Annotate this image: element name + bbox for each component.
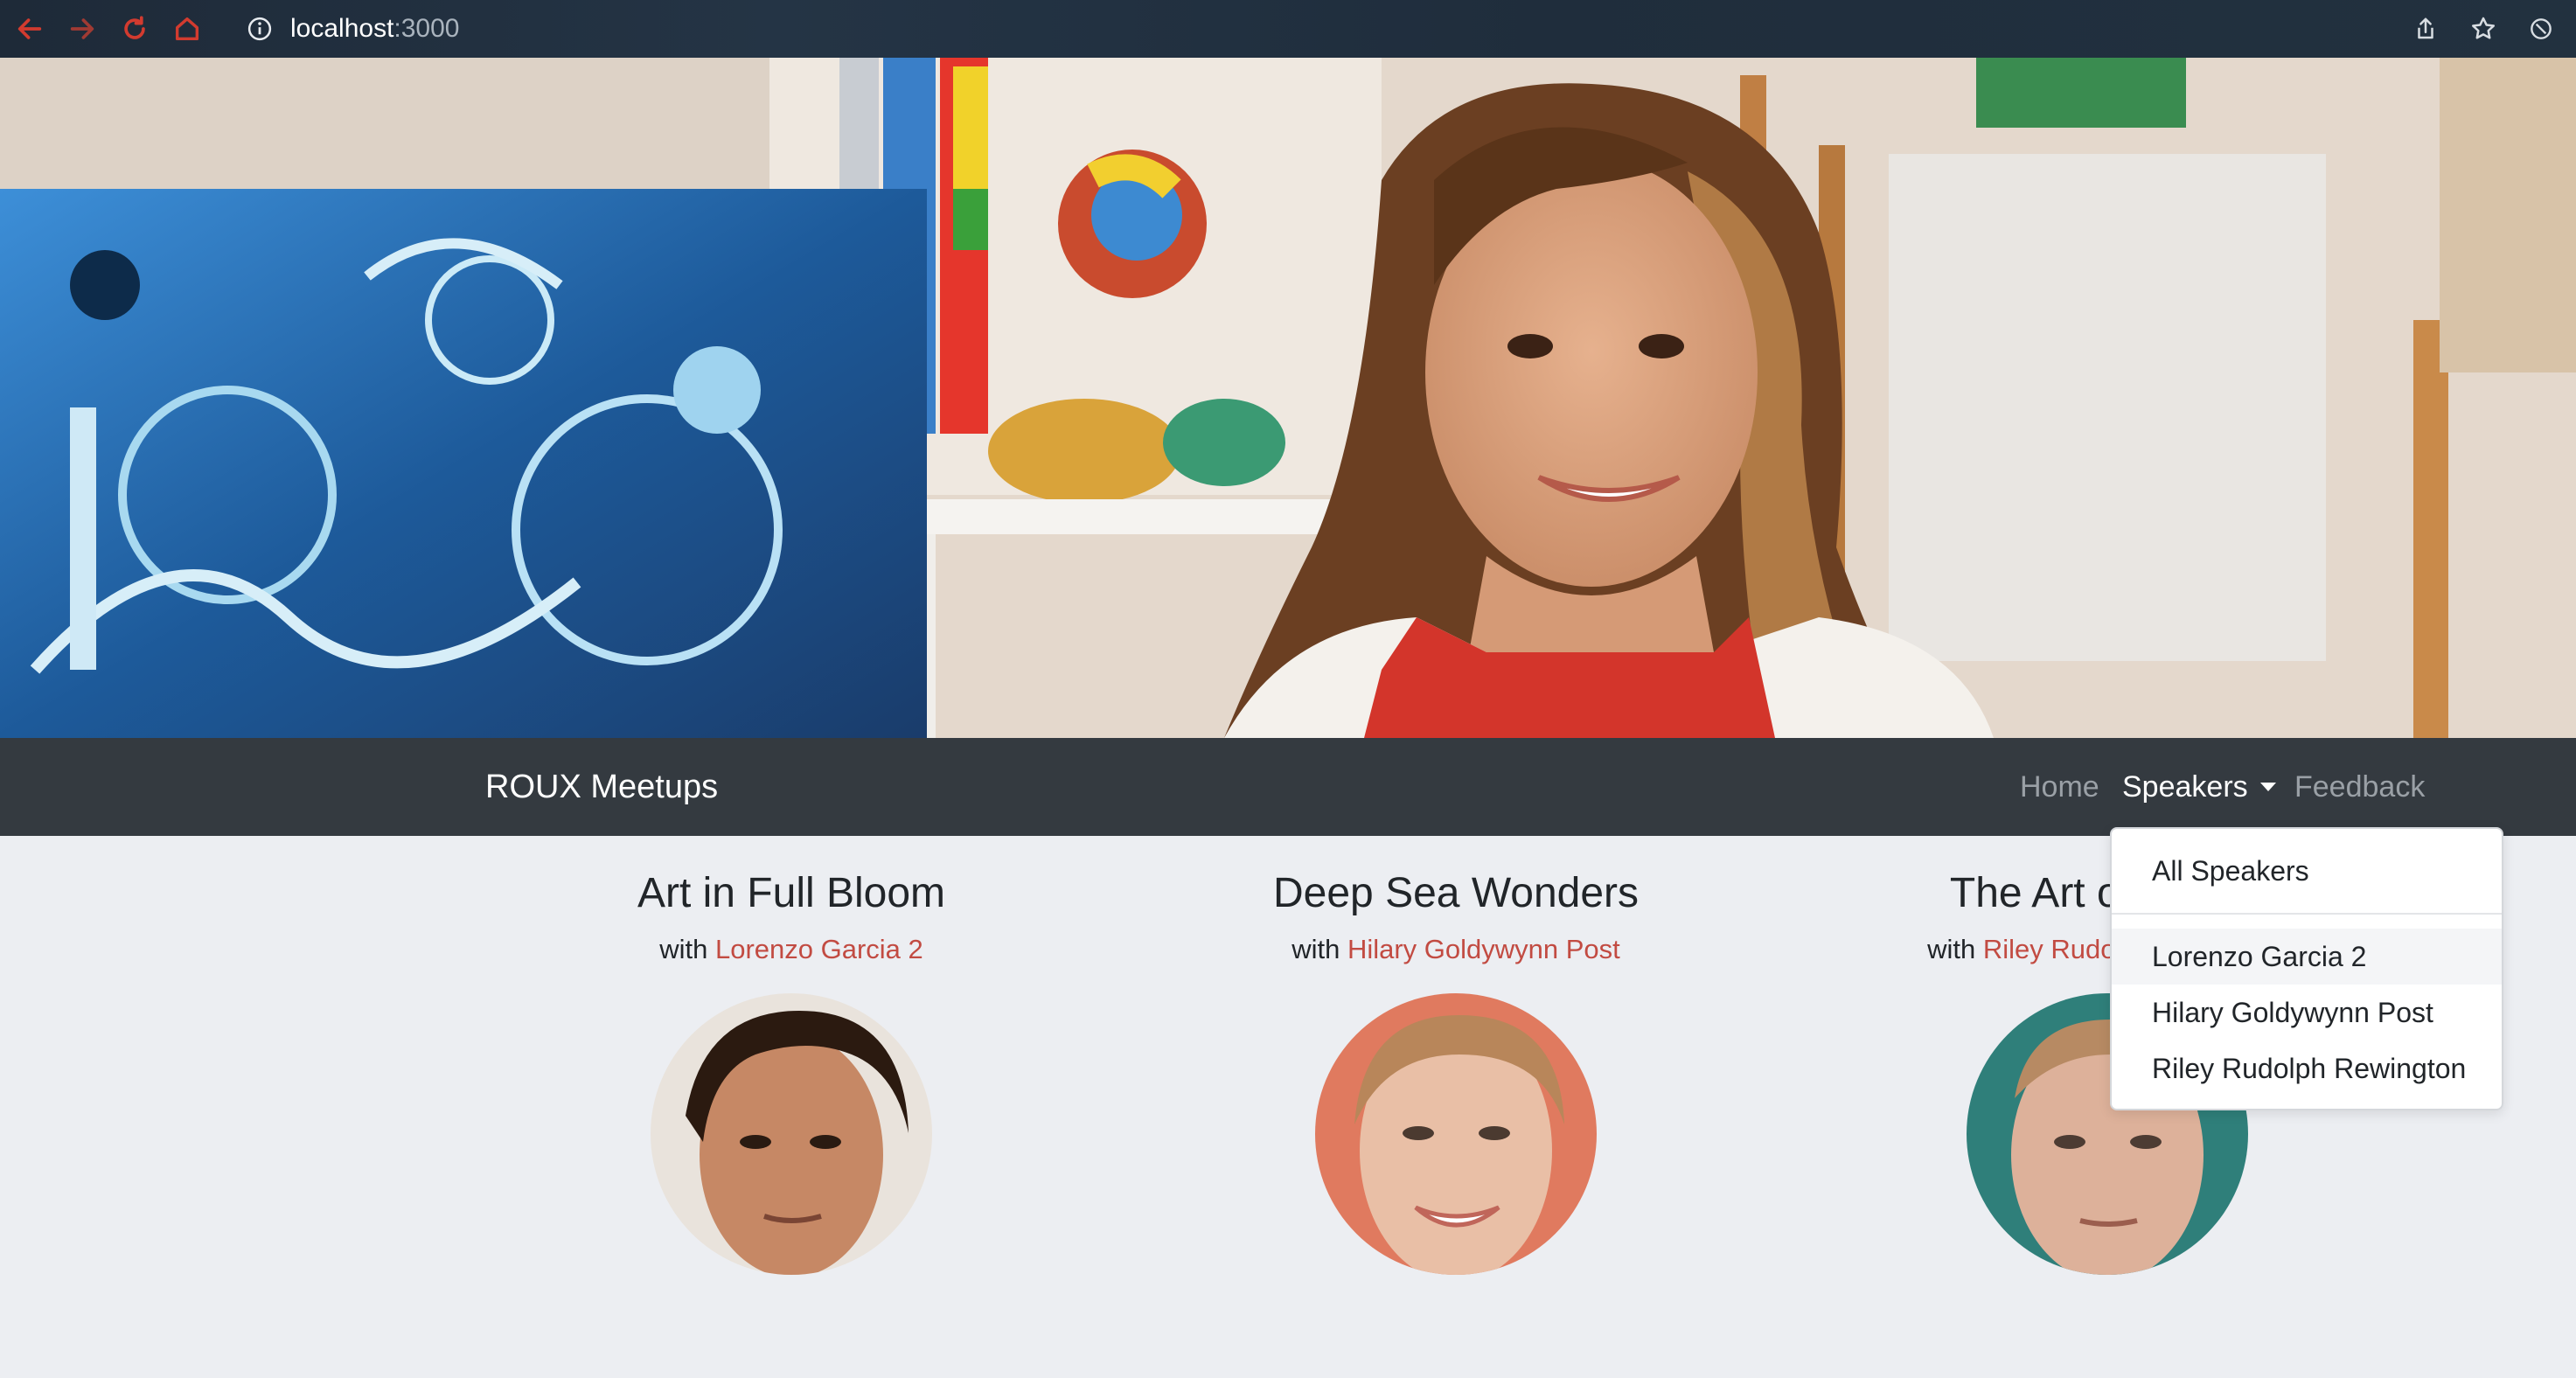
site-navbar: ROUX Meetups Home Speakers Feedback	[0, 738, 2576, 836]
extension-button[interactable]	[2518, 6, 2564, 52]
dropdown-item-speaker[interactable]: Lorenzo Garcia 2	[2112, 929, 2502, 985]
speaker-photo	[651, 993, 932, 1275]
speakers-dropdown-menu: All Speakers Lorenzo Garcia 2 Hilary Gol…	[2110, 827, 2503, 1110]
brand-link[interactable]: ROUX Meetups	[485, 762, 718, 811]
nav-home-link[interactable]: Home	[2020, 762, 2099, 811]
speaker-card: Deep Sea Wonders with Hilary Goldywynn P…	[1194, 866, 1718, 1275]
arrow-right-icon	[70, 18, 94, 39]
speaker-card: Art in Full Bloom with Lorenzo Garcia 2	[529, 866, 1054, 1275]
speaker-link[interactable]: Hilary Goldywynn Post	[1347, 934, 1620, 964]
hero-image	[0, 58, 2576, 738]
url-host: localhost	[290, 14, 394, 43]
reload-icon	[124, 16, 145, 39]
caret-down-icon	[2259, 783, 2276, 792]
back-button[interactable]	[7, 6, 52, 52]
bookmark-button[interactable]	[2461, 6, 2506, 52]
home-icon	[175, 17, 199, 41]
speaker-link[interactable]: Lorenzo Garcia 2	[715, 934, 923, 964]
dropdown-divider	[2112, 913, 2502, 915]
with-label: with	[1291, 934, 1340, 964]
with-label: with	[659, 934, 708, 964]
extension-icon	[2531, 18, 2552, 39]
speaker-avatar[interactable]	[651, 993, 932, 1275]
talk-speaker-line: with Hilary Goldywynn Post	[1194, 930, 1718, 969]
url-port: :3000	[393, 14, 460, 43]
nav-feedback-link[interactable]: Feedback	[2294, 762, 2425, 811]
browser-toolbar: localhost:3000	[0, 0, 2576, 58]
with-label: with	[1927, 934, 1976, 964]
share-icon	[2418, 17, 2433, 39]
dropdown-item-speaker[interactable]: Hilary Goldywynn Post	[2112, 985, 2502, 1040]
reload-button[interactable]	[112, 6, 157, 52]
dropdown-item-all-speakers[interactable]: All Speakers	[2112, 843, 2502, 899]
share-button[interactable]	[2403, 6, 2448, 52]
info-icon[interactable]	[247, 16, 273, 42]
speaker-avatar[interactable]	[1315, 993, 1597, 1275]
hero-photo-artist	[0, 58, 2576, 738]
talk-title: Art in Full Bloom	[637, 870, 946, 916]
speaker-photo	[1315, 993, 1597, 1275]
nav-speakers-dropdown-toggle[interactable]: Speakers	[2122, 762, 2276, 811]
forward-button[interactable]	[59, 6, 105, 52]
star-icon	[2472, 17, 2495, 39]
nav-speakers-label: Speakers	[2122, 770, 2248, 804]
address-bar[interactable]: localhost:3000	[236, 7, 2317, 51]
home-button[interactable]	[164, 6, 210, 52]
talk-title: Deep Sea Wonders	[1272, 870, 1640, 916]
dropdown-item-speaker[interactable]: Riley Rudolph Rewington	[2112, 1040, 2502, 1096]
arrow-left-icon	[17, 18, 42, 39]
talk-speaker-line: with Lorenzo Garcia 2	[529, 930, 1054, 969]
